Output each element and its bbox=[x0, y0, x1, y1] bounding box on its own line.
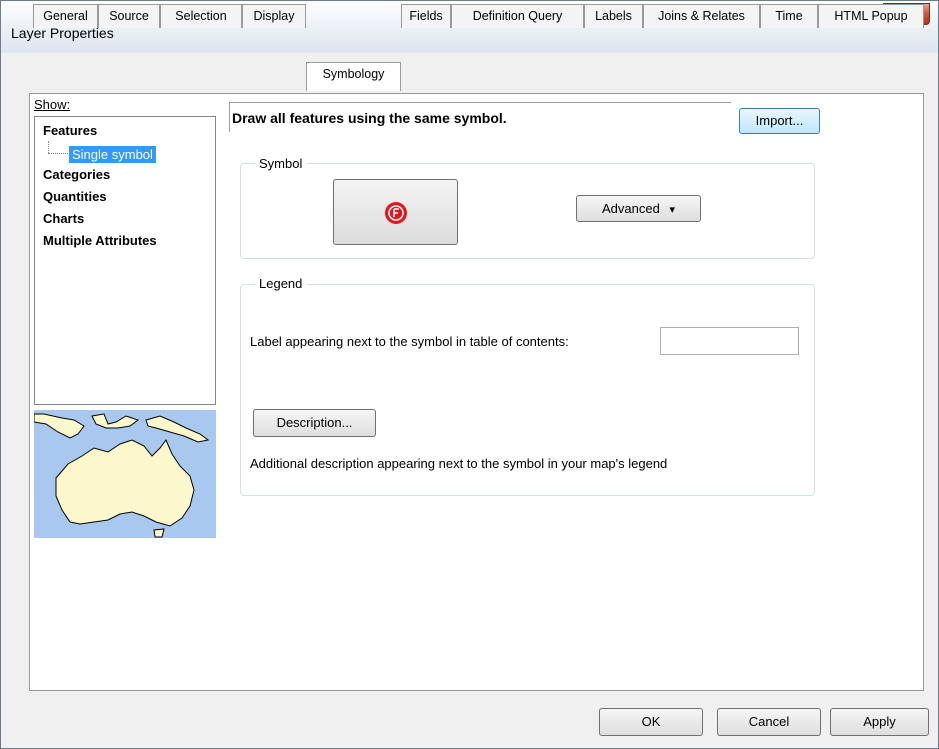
symbology-description-header: Draw all features using the same symbol. bbox=[229, 102, 731, 132]
advanced-dropdown-arrow-icon: ▾ bbox=[669, 204, 675, 216]
tab-html-popup[interactable]: HTML Popup bbox=[818, 4, 924, 28]
symbol-group bbox=[240, 163, 815, 259]
tree-item-categories[interactable]: Categories bbox=[43, 167, 110, 182]
ok-button[interactable]: OK bbox=[599, 708, 703, 736]
import-button[interactable]: Import... bbox=[739, 108, 820, 134]
tab-symbology[interactable]: Symbology bbox=[306, 62, 401, 91]
description-button[interactable]: Description... bbox=[253, 409, 376, 437]
symbol-preview-button[interactable] bbox=[333, 179, 458, 245]
apply-button[interactable]: Apply bbox=[830, 708, 929, 736]
legend-label-prompt: Label appearing next to the symbol in ta… bbox=[250, 334, 569, 349]
australia-map-thumbnail bbox=[33, 410, 216, 538]
tab-joins-relates[interactable]: Joins & Relates bbox=[643, 4, 760, 28]
tab-fields[interactable]: Fields bbox=[401, 4, 451, 28]
tree-item-charts[interactable]: Charts bbox=[43, 211, 84, 226]
tree-item-quantities[interactable]: Quantities bbox=[43, 189, 107, 204]
tab-time[interactable]: Time bbox=[760, 4, 818, 28]
tab-source[interactable]: Source bbox=[98, 4, 160, 28]
tab-selection[interactable]: Selection bbox=[160, 4, 242, 28]
symbol-group-title: Symbol bbox=[255, 156, 307, 171]
advanced-button[interactable]: Advanced ▾ bbox=[576, 195, 701, 222]
tree-item-multiple-attributes[interactable]: Multiple Attributes bbox=[43, 233, 157, 248]
advanced-label: Advanced bbox=[602, 201, 660, 216]
tree-item-features[interactable]: Features bbox=[43, 123, 97, 138]
tab-definition-query[interactable]: Definition Query bbox=[451, 4, 584, 28]
layer-properties-dialog: Layer Properties X General Source Select… bbox=[0, 0, 939, 749]
symbology-heading: Draw all features using the same symbol. bbox=[232, 110, 507, 126]
cancel-button[interactable]: Cancel bbox=[717, 708, 821, 736]
tab-display[interactable]: Display bbox=[242, 4, 306, 28]
fire-station-symbol-icon bbox=[385, 202, 407, 224]
legend-label-input[interactable] bbox=[660, 327, 799, 355]
show-label: Show: bbox=[34, 97, 71, 112]
legend-description-text: Additional description appearing next to… bbox=[250, 456, 668, 471]
show-tree[interactable]: Features Single symbol Categories Quanti… bbox=[34, 116, 216, 405]
tab-labels[interactable]: Labels bbox=[584, 4, 643, 28]
tree-item-single-symbol[interactable]: Single symbol bbox=[69, 146, 156, 163]
legend-group-title: Legend bbox=[255, 276, 307, 291]
tab-general[interactable]: General bbox=[33, 4, 98, 28]
